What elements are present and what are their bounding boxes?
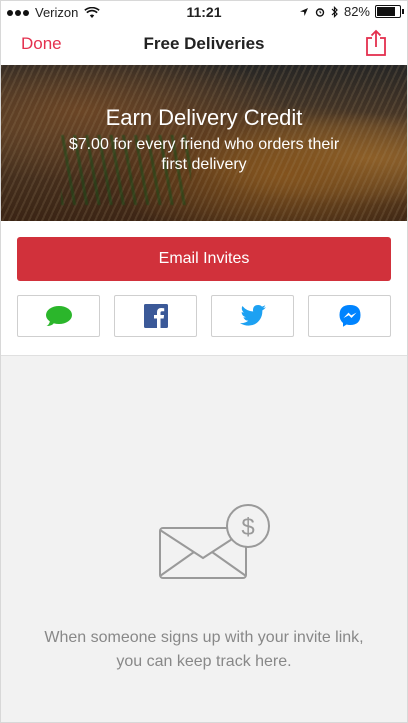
twitter-icon <box>239 305 266 326</box>
hero-subtitle: $7.00 for every friend who orders their … <box>68 136 340 173</box>
empty-state-message: When someone signs up with your invite l… <box>44 629 364 670</box>
facebook-icon <box>143 304 168 328</box>
navigation-bar: Done Free Deliveries <box>1 23 407 65</box>
page-title: Free Deliveries <box>143 34 265 53</box>
message-icon <box>45 306 72 326</box>
battery-percent: 82% <box>343 4 370 19</box>
twitter-share-button[interactable] <box>211 295 294 337</box>
message-share-button[interactable] <box>17 295 100 337</box>
alarm-icon <box>315 7 325 17</box>
facebook-share-button[interactable] <box>114 295 197 337</box>
share-options <box>17 295 391 337</box>
invite-actions: Email Invites <box>1 221 407 356</box>
status-right: 82% <box>299 4 404 19</box>
location-icon <box>299 7 308 16</box>
messenger-icon <box>339 305 360 327</box>
bluetooth-icon <box>331 5 338 18</box>
empty-state: $ When someone signs up with your invite… <box>1 356 407 722</box>
status-bar: Verizon 11:21 82% <box>1 1 407 367</box>
battery-icon <box>375 5 404 18</box>
svg-text:$: $ <box>241 514 254 541</box>
share-icon[interactable] <box>365 29 387 57</box>
messenger-share-button[interactable] <box>308 295 391 337</box>
hero-title: Earn Delivery Credit <box>105 105 303 130</box>
envelope-dollar-icon: $ <box>159 504 270 579</box>
app-screen: Verizon 11:21 82% Done Free Deliveries E… <box>0 0 408 723</box>
email-invites-button[interactable]: Email Invites <box>17 237 391 281</box>
hero-banner: Earn Delivery Credit $7.00 for every fri… <box>1 65 407 221</box>
